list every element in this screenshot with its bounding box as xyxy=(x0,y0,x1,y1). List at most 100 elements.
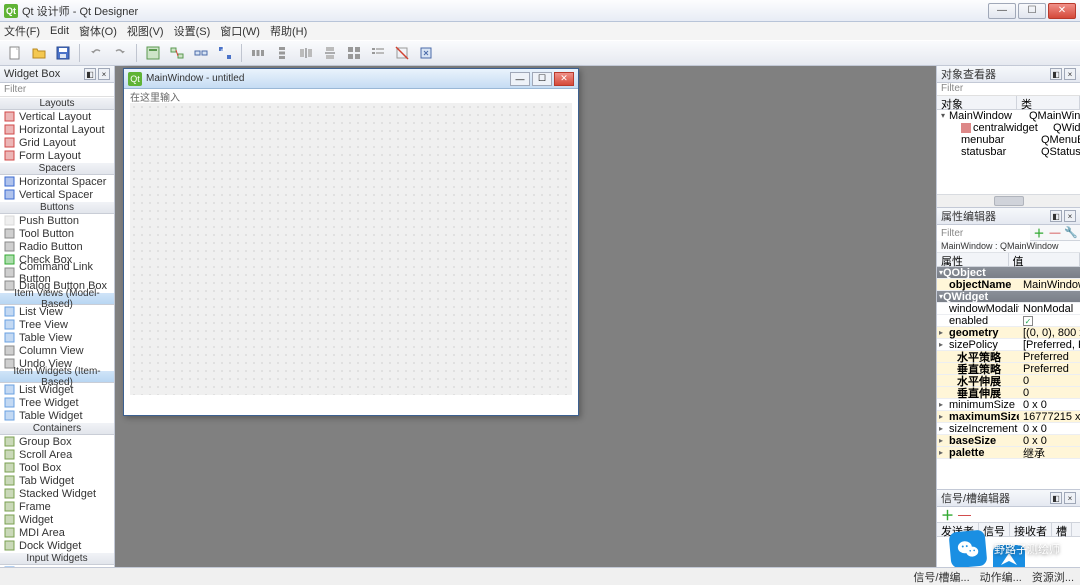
widget-box-filter[interactable]: Filter xyxy=(0,83,114,97)
widget-box-list[interactable]: LayoutsVertical LayoutHorizontal LayoutG… xyxy=(0,97,114,585)
menu-item[interactable]: 帮助(H) xyxy=(270,23,307,39)
signal-col[interactable]: 信号 xyxy=(979,523,1010,536)
signal-col[interactable]: 槽 xyxy=(1052,523,1072,536)
widget-item[interactable]: Column View xyxy=(0,344,114,357)
maximize-button[interactable]: ☐ xyxy=(1018,3,1046,19)
widget-item[interactable]: Scroll Area xyxy=(0,448,114,461)
widget-item[interactable]: Stacked Widget xyxy=(0,487,114,500)
property-filter[interactable]: Filter xyxy=(937,226,1030,240)
widget-category[interactable]: Item Views (Model-Based) xyxy=(0,292,114,305)
menu-item[interactable]: Edit xyxy=(50,25,69,37)
edit-signals-button[interactable] xyxy=(166,42,188,64)
se-close-button[interactable]: × xyxy=(1064,492,1076,504)
widget-item[interactable]: Table View xyxy=(0,331,114,344)
widget-item[interactable]: Widget xyxy=(0,513,114,526)
widget-item[interactable]: Table Widget xyxy=(0,409,114,422)
redo-button[interactable] xyxy=(109,42,131,64)
widget-item[interactable]: Grid Layout xyxy=(0,136,114,149)
widget-item[interactable]: MDI Area xyxy=(0,526,114,539)
object-inspector-filter[interactable]: Filter xyxy=(937,83,1080,96)
design-window-titlebar[interactable]: Qt MainWindow - untitled — ☐ ✕ xyxy=(124,69,578,89)
property-row[interactable]: ▸maximumSize16777215 x 1... xyxy=(937,411,1080,423)
pe-float-button[interactable]: ◧ xyxy=(1050,210,1062,222)
property-table[interactable]: ▾QObjectobjectNameMainWindow▾QWidgetwind… xyxy=(937,267,1080,489)
menu-item[interactable]: 窗口(W) xyxy=(220,23,260,39)
widget-category[interactable]: Layouts xyxy=(0,97,114,110)
widget-item[interactable]: Frame xyxy=(0,500,114,513)
undo-button[interactable] xyxy=(85,42,107,64)
widget-item[interactable]: Command Link Button xyxy=(0,266,114,279)
status-tab-signals[interactable]: 信号/槽编... xyxy=(913,569,969,585)
edit-tab-order-button[interactable]: 1 xyxy=(214,42,236,64)
remove-property-button[interactable]: — xyxy=(1048,226,1062,240)
widget-item[interactable]: Tab Widget xyxy=(0,474,114,487)
signal-col[interactable]: 发送者 xyxy=(937,523,979,536)
edit-widgets-button[interactable] xyxy=(142,42,164,64)
break-layout-button[interactable] xyxy=(391,42,413,64)
menu-item[interactable]: 文件(F) xyxy=(4,23,40,39)
remove-signal-button[interactable]: — xyxy=(958,507,971,522)
widget-item[interactable]: Tool Button xyxy=(0,227,114,240)
open-file-button[interactable] xyxy=(28,42,50,64)
design-max-button[interactable]: ☐ xyxy=(532,72,552,86)
widget-category[interactable]: Item Widgets (Item-Based) xyxy=(0,370,114,383)
oi-hscroll[interactable] xyxy=(937,194,1080,207)
object-row[interactable]: menubarQMenuBar xyxy=(937,134,1080,146)
widget-item[interactable]: Group Box xyxy=(0,435,114,448)
status-tab-actions[interactable]: 动作编... xyxy=(980,569,1022,585)
adjust-size-button[interactable] xyxy=(415,42,437,64)
layout-vsplit-button[interactable] xyxy=(319,42,341,64)
oi-float-button[interactable]: ◧ xyxy=(1050,68,1062,80)
design-canvas[interactable] xyxy=(130,103,572,395)
property-row[interactable]: ▸palette继承 xyxy=(937,447,1080,459)
layout-h-button[interactable] xyxy=(247,42,269,64)
save-button[interactable] xyxy=(52,42,74,64)
object-tree[interactable]: 对象 类 ▾MainWindowQMainWindowcentralwidget… xyxy=(937,96,1080,195)
oi-close-button[interactable]: × xyxy=(1064,68,1076,80)
widget-category[interactable]: Containers xyxy=(0,422,114,435)
widget-category[interactable]: Spacers xyxy=(0,162,114,175)
widget-item[interactable]: Tool Box xyxy=(0,461,114,474)
edit-buddies-button[interactable] xyxy=(190,42,212,64)
design-hint[interactable]: 在这里输入 xyxy=(124,89,578,103)
new-file-button[interactable] xyxy=(4,42,26,64)
layout-form-button[interactable] xyxy=(367,42,389,64)
property-config-button[interactable]: 🔧 xyxy=(1064,226,1078,240)
menu-item[interactable]: 设置(S) xyxy=(174,23,211,39)
widget-item[interactable]: Tree Widget xyxy=(0,396,114,409)
widget-category[interactable]: Input Widgets xyxy=(0,552,114,565)
menubar[interactable]: 文件(F) Edit 窗体(O) 视图(V) 设置(S) 窗口(W) 帮助(H) xyxy=(0,22,1080,40)
se-float-button[interactable]: ◧ xyxy=(1050,492,1062,504)
panel-float-button[interactable]: ◧ xyxy=(84,68,96,80)
property-row[interactable]: ▸minimumSize0 x 0 xyxy=(937,399,1080,411)
design-area[interactable]: Qt MainWindow - untitled — ☐ ✕ 在这里输入 xyxy=(115,66,936,585)
object-row[interactable]: centralwidgetQWidget xyxy=(937,122,1080,134)
widget-item[interactable]: Vertical Spacer xyxy=(0,188,114,201)
property-row[interactable]: ▸geometry[(0, 0), 800 x 6 xyxy=(937,327,1080,339)
pe-close-button[interactable]: × xyxy=(1064,210,1076,222)
widget-item[interactable]: Tree View xyxy=(0,318,114,331)
pe-col-value[interactable]: 值 xyxy=(1009,253,1080,266)
widget-item[interactable]: Form Layout xyxy=(0,149,114,162)
layout-hsplit-button[interactable] xyxy=(295,42,317,64)
widget-item[interactable]: Push Button xyxy=(0,214,114,227)
panel-close-button[interactable]: × xyxy=(98,68,110,80)
menu-item[interactable]: 视图(V) xyxy=(127,23,164,39)
menu-item[interactable]: 窗体(O) xyxy=(79,23,117,39)
property-group[interactable]: ▾QWidget xyxy=(937,291,1080,303)
object-row[interactable]: ▾MainWindowQMainWindow xyxy=(937,110,1080,122)
oi-col-class[interactable]: 类 xyxy=(1017,96,1080,109)
design-min-button[interactable]: — xyxy=(510,72,530,86)
property-row[interactable]: windowModalityNonModal xyxy=(937,303,1080,315)
signal-col[interactable]: 接收者 xyxy=(1010,523,1052,536)
widget-item[interactable]: Horizontal Spacer xyxy=(0,175,114,188)
property-row[interactable]: enabled✓ xyxy=(937,315,1080,327)
widget-category[interactable]: Buttons xyxy=(0,201,114,214)
pe-col-property[interactable]: 属性 xyxy=(937,253,1009,266)
widget-item[interactable]: Dock Widget xyxy=(0,539,114,552)
layout-grid-button[interactable] xyxy=(343,42,365,64)
property-group[interactable]: ▾QObject xyxy=(937,267,1080,279)
design-close-button[interactable]: ✕ xyxy=(554,72,574,86)
property-row[interactable]: 垂直伸展0 xyxy=(937,387,1080,399)
add-property-button[interactable]: ＋ xyxy=(1032,226,1046,240)
